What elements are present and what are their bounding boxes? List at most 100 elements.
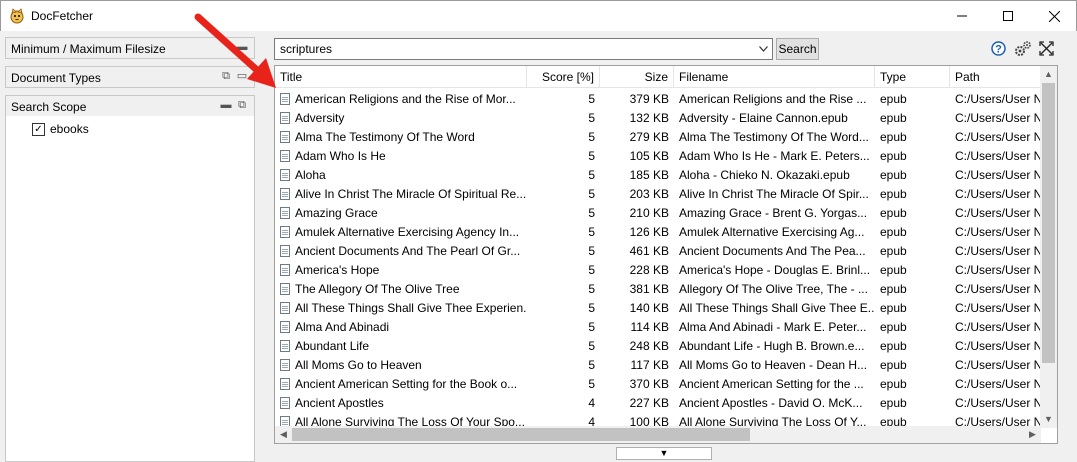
cell-score: 5: [588, 339, 595, 353]
document-icon: [280, 188, 290, 200]
cell-path: C:/Users/User N: [955, 168, 1041, 182]
document-icon: [280, 131, 290, 143]
cell-title-text: Alma The Testimony Of The Word: [295, 130, 475, 144]
cell-type: epub: [880, 130, 907, 144]
document-icon: [280, 302, 290, 314]
scroll-left-icon[interactable]: ◀: [275, 426, 292, 443]
column-header-path[interactable]: Path: [950, 66, 1041, 88]
cell-title-text: Ancient Documents And The Pearl Of Gr...: [295, 244, 521, 258]
column-header-size[interactable]: Size: [600, 66, 674, 88]
cell-title-text: Ancient American Setting for the Book o.…: [295, 377, 518, 391]
cell-size: 370 KB: [629, 377, 669, 391]
cell-title-text: Alma And Abinadi: [295, 320, 390, 334]
column-header-type[interactable]: Type: [875, 66, 950, 88]
cell-title-text: All Moms Go to Heaven: [295, 358, 422, 372]
cell-filename: Amazing Grace - Brent G. Yorgas...: [679, 206, 868, 220]
search-scope-panel-header[interactable]: Search Scope ▬ ⧉: [5, 95, 255, 117]
cell-filename: Adversity - Elaine Cannon.epub: [679, 111, 848, 125]
table-row[interactable]: America's Hope 5 228 KB America's Hope - Do…: [275, 261, 1041, 280]
cell-title: Adversity: [275, 109, 527, 128]
table-row[interactable]: Ancient American Setting for the Book o.…: [275, 375, 1041, 394]
cell-title-text: Aloha: [295, 168, 326, 182]
horizontal-scrollbar[interactable]: ◀ ▶: [275, 426, 1041, 443]
expand-icon[interactable]: [1039, 41, 1054, 56]
vertical-scrollbar[interactable]: ▲ ▼: [1040, 66, 1057, 428]
cell-path: C:/Users/User N: [955, 149, 1041, 163]
table-row[interactable]: All Moms Go to Heaven 5 117 KB All Moms Go …: [275, 356, 1041, 375]
table-row[interactable]: Aloha 5 185 KB Aloha - Chieko N. Okazaki.ep…: [275, 166, 1041, 185]
table-row[interactable]: Alma The Testimony Of The Word 5 279 KB Alm…: [275, 128, 1041, 147]
scroll-right-icon[interactable]: ▶: [1024, 426, 1041, 443]
cell-title-text: Abundant Life: [295, 339, 370, 353]
gear-icon[interactable]: [1014, 40, 1032, 57]
search-scope-panel-label: Search Scope: [11, 100, 87, 114]
column-header-filename[interactable]: Filename: [674, 66, 875, 88]
cell-score: 5: [588, 225, 595, 239]
search-history-dropdown[interactable]: [755, 39, 772, 59]
cell-path: C:/Users/User N: [955, 92, 1041, 106]
table-row[interactable]: All These Things Shall Give Thee Experie…: [275, 299, 1041, 318]
scope-item-ebooks[interactable]: ✓ ebooks: [32, 122, 89, 136]
cell-filename: Aloha - Chieko N. Okazaki.epub: [679, 168, 850, 182]
cell-type: epub: [880, 206, 907, 220]
document-icon: [280, 397, 290, 409]
minimize-panel-icon[interactable]: ▬: [220, 99, 232, 111]
maximize-button[interactable]: [985, 1, 1031, 31]
minimize-button[interactable]: [939, 1, 985, 31]
cell-score: 5: [588, 206, 595, 220]
cell-type: epub: [880, 377, 907, 391]
cell-score: 5: [588, 358, 595, 372]
table-row[interactable]: The Allegory Of The Olive Tree 5 381 KB All…: [275, 280, 1041, 299]
cell-title: Ancient Documents And The Pearl Of Gr...: [275, 242, 527, 261]
cell-size: 140 KB: [629, 301, 669, 315]
cell-type: epub: [880, 301, 907, 315]
cell-size: 210 KB: [629, 206, 669, 220]
document-icon: [280, 112, 290, 124]
cell-score: 5: [588, 187, 595, 201]
cell-title-text: American Religions and the Rise of Mor..…: [295, 92, 516, 106]
cell-title: Adam Who Is He: [275, 147, 527, 166]
document-icon: [280, 245, 290, 257]
cell-title-text: Amulek Alternative Exercising Agency In.…: [295, 225, 520, 239]
cell-type: epub: [880, 168, 907, 182]
table-row[interactable]: Alma And Abinadi 5 114 KB Alma And Abinadi …: [275, 318, 1041, 337]
column-header-score[interactable]: Score [%]: [527, 66, 600, 88]
scroll-up-icon[interactable]: ▲: [1040, 66, 1057, 83]
table-row[interactable]: Ancient Documents And The Pearl Of Gr...…: [275, 242, 1041, 261]
table-row[interactable]: Amazing Grace 5 210 KB Amazing Grace - Bren…: [275, 204, 1041, 223]
scroll-down-icon[interactable]: ▼: [1040, 411, 1057, 428]
cell-title: All Moms Go to Heaven: [275, 356, 527, 375]
cell-size: 114 KB: [630, 320, 669, 334]
table-row[interactable]: Adversity 5 132 KB Adversity - Elaine Canno…: [275, 109, 1041, 128]
table-row[interactable]: Amulek Alternative Exercising Agency In.…: [275, 223, 1041, 242]
vertical-scroll-thumb[interactable]: [1042, 83, 1055, 363]
cell-title-text: America's Hope: [295, 263, 380, 277]
cell-score: 5: [588, 301, 595, 315]
close-button[interactable]: [1031, 1, 1077, 31]
minimize-icon: [957, 15, 967, 17]
horizontal-scroll-thumb[interactable]: [292, 428, 750, 441]
preview-pane-toggle[interactable]: ▼: [616, 447, 712, 460]
cell-filename: Ancient American Setting for the ...: [679, 377, 864, 391]
search-button[interactable]: Search: [776, 38, 819, 60]
cell-size: 228 KB: [629, 263, 669, 277]
help-icon[interactable]: ?: [991, 41, 1006, 56]
cell-score: 5: [588, 244, 595, 258]
column-header-title[interactable]: Title: [275, 66, 527, 88]
cell-type: epub: [880, 339, 907, 353]
table-row[interactable]: Alive In Christ The Miracle Of Spiritual…: [275, 185, 1041, 204]
scope-checkbox[interactable]: ✓: [32, 122, 45, 136]
table-row[interactable]: Ancient Apostles 4 227 KB Ancient Apostles …: [275, 394, 1041, 413]
restore-panel-icon[interactable]: ⧉: [236, 99, 248, 111]
document-icon: [280, 150, 290, 162]
cell-title-text: Ancient Apostles: [295, 396, 384, 410]
cell-score: 5: [588, 111, 595, 125]
cell-title-text: The Allegory Of The Olive Tree: [295, 282, 460, 296]
search-input[interactable]: scriptures: [274, 38, 773, 60]
table-row[interactable]: Abundant Life 5 248 KB Abundant Life - Hugh…: [275, 337, 1041, 356]
table-row[interactable]: Adam Who Is He 5 105 KB Adam Who Is He - Ma…: [275, 147, 1041, 166]
table-row[interactable]: American Religions and the Rise of Mor..…: [275, 90, 1041, 109]
cell-type: epub: [880, 225, 907, 239]
cell-title: Amazing Grace: [275, 204, 527, 223]
cell-score: 5: [588, 149, 595, 163]
